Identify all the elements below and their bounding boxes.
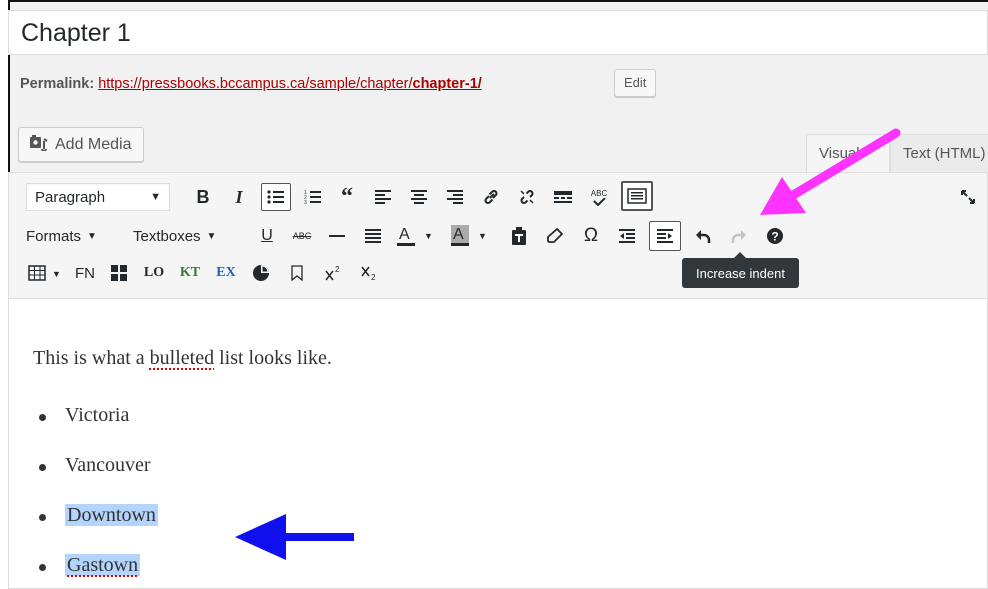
chevron-down-icon: ▼ — [206, 230, 217, 242]
add-media-button[interactable]: Add Media — [18, 127, 144, 162]
numbered-list-icon[interactable]: 123 — [299, 183, 327, 211]
background-color-icon[interactable]: A ▼ — [449, 222, 495, 250]
svg-text:2: 2 — [335, 265, 340, 274]
permalink-edit-button[interactable]: Edit — [614, 69, 657, 97]
permalink-label: Permalink: — [20, 76, 95, 92]
permalink-slug: chapter-1/ — [412, 76, 482, 92]
editor-toolbar: Paragraph ▼ B I 123 “ ABC Formats ▼ Text… — [9, 173, 987, 299]
spellcheck-icon[interactable]: ABC — [585, 183, 613, 211]
bullet-icon — [39, 564, 46, 571]
spellcheck-label: ABC — [590, 188, 608, 198]
bullet-icon — [39, 514, 46, 521]
formats-menu[interactable]: Formats ▼ — [26, 222, 118, 250]
increase-indent-tooltip: Increase indent — [682, 252, 799, 288]
list-item-text-selected: Downtown — [65, 504, 158, 526]
editor-area: Paragraph ▼ B I 123 “ ABC Formats ▼ Text… — [8, 172, 988, 589]
exercises-button[interactable]: EX — [211, 259, 241, 287]
intro-paragraph: This is what a bulleted list looks like. — [33, 347, 332, 370]
pie-chart-icon[interactable] — [247, 259, 275, 287]
bulleted-list-icon[interactable] — [261, 183, 291, 211]
chevron-down-icon: ▼ — [87, 230, 97, 242]
bookmark-icon[interactable] — [283, 259, 311, 287]
svg-text:▼: ▼ — [478, 231, 487, 241]
underline-icon[interactable]: U — [255, 222, 279, 250]
paste-as-text-icon[interactable] — [505, 222, 533, 250]
paragraph-text-after: list looks like. — [214, 347, 332, 369]
strikethrough-icon[interactable]: ABC — [287, 222, 317, 250]
special-character-icon[interactable]: Ω — [577, 222, 605, 250]
undo-icon[interactable] — [689, 222, 717, 250]
align-right-icon[interactable] — [441, 183, 469, 211]
blockquote-icon[interactable]: “ — [333, 183, 361, 211]
list-item-text: Victoria — [65, 404, 130, 426]
superscript-icon[interactable]: 2 — [319, 259, 347, 287]
list-item: Vancouver — [39, 454, 151, 477]
list-item: Victoria — [39, 404, 130, 427]
misspelled-word: bulleted — [149, 347, 215, 369]
clear-formatting-icon[interactable] — [541, 222, 569, 250]
bullet-icon — [39, 464, 46, 471]
key-takeaways-button[interactable]: KT — [175, 259, 205, 287]
table-icon[interactable]: ▼ — [26, 259, 66, 287]
read-more-icon[interactable] — [549, 183, 577, 211]
permalink-link[interactable]: https://pressbooks.bccampus.ca/sample/ch… — [98, 76, 482, 92]
list-item-text: Vancouver — [65, 454, 151, 476]
align-center-icon[interactable] — [405, 183, 433, 211]
permalink-prefix: https://pressbooks.bccampus.ca/sample/ch… — [98, 76, 413, 92]
paragraph-text-before: This is what a — [33, 347, 150, 369]
text-color-icon[interactable]: A ▼ — [395, 222, 441, 250]
svg-text:▼: ▼ — [424, 231, 433, 241]
svg-text:A: A — [453, 226, 464, 243]
textboxes-menu-label: Textboxes — [133, 227, 201, 245]
post-title-field[interactable]: Chapter 1 — [8, 10, 988, 55]
svg-text:A: A — [399, 226, 410, 243]
list-item: Gastown — [39, 554, 141, 577]
svg-text:?: ? — [771, 230, 778, 244]
add-media-icon — [29, 135, 49, 152]
redo-icon[interactable] — [725, 222, 753, 250]
format-select[interactable]: Paragraph ▼ — [26, 183, 170, 211]
bullet-icon — [39, 414, 46, 421]
list-item-text-selected: Gastown — [65, 554, 141, 576]
justify-icon[interactable] — [359, 222, 387, 250]
bold-icon[interactable]: B — [189, 183, 217, 211]
align-left-icon[interactable] — [369, 183, 397, 211]
fullscreen-icon[interactable] — [957, 183, 979, 211]
learning-objectives-button[interactable]: LO — [139, 259, 169, 287]
permalink-row: Permalink: https://pressbooks.bccampus.c… — [20, 76, 482, 92]
format-select-value: Paragraph — [35, 188, 106, 206]
unlink-icon[interactable] — [513, 183, 541, 211]
link-icon[interactable] — [477, 183, 505, 211]
list-item: Downtown — [39, 504, 158, 527]
subscript-icon[interactable]: 2 — [355, 259, 383, 287]
svg-text:▼: ▼ — [52, 269, 61, 279]
textboxes-menu[interactable]: Textboxes ▼ — [133, 222, 245, 250]
tab-visual[interactable]: Visual — [806, 134, 890, 172]
formats-menu-label: Formats — [26, 227, 82, 245]
tab-text-html[interactable]: Text (HTML) — [890, 134, 988, 172]
chevron-down-icon: ▼ — [150, 191, 161, 203]
grid-icon[interactable] — [105, 259, 133, 287]
svg-text:3: 3 — [304, 200, 307, 205]
horizontal-line-icon[interactable] — [323, 222, 351, 250]
post-title-text: Chapter 1 — [21, 19, 131, 47]
help-icon[interactable]: ? — [761, 222, 789, 250]
svg-text:2: 2 — [371, 273, 376, 281]
italic-icon[interactable]: I — [225, 183, 253, 211]
footnote-button[interactable]: FN — [71, 259, 99, 287]
add-media-label: Add Media — [55, 136, 132, 153]
toolbar-toggle-icon[interactable] — [621, 181, 653, 211]
increase-indent-icon[interactable] — [649, 221, 681, 251]
decrease-indent-icon[interactable] — [613, 222, 641, 250]
